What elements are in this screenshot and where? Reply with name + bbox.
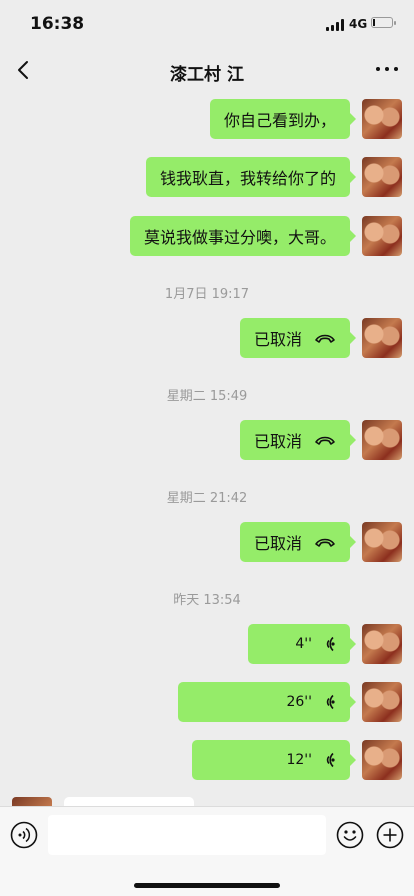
voice-wave-icon bbox=[326, 694, 335, 710]
phone-hangup-icon bbox=[315, 334, 335, 343]
timestamp: 昨天 13:54 bbox=[173, 593, 241, 608]
avatar[interactable] bbox=[362, 99, 402, 139]
voice-duration: 26'' bbox=[286, 694, 312, 710]
voice-bubble[interactable]: 26'' bbox=[178, 682, 356, 722]
phone-hangup-icon bbox=[315, 436, 335, 445]
phone-hangup-icon bbox=[315, 538, 335, 547]
avatar[interactable] bbox=[362, 216, 402, 256]
message-bubble[interactable]: 钱我耿直，我转给你了的 bbox=[145, 157, 357, 197]
input-bar bbox=[0, 806, 414, 896]
call-bubble[interactable]: 已取消 bbox=[239, 420, 357, 460]
avatar[interactable] bbox=[362, 157, 402, 197]
plus-icon[interactable] bbox=[376, 821, 404, 849]
avatar[interactable] bbox=[362, 420, 402, 460]
timestamp: 1月7日 19:17 bbox=[164, 287, 250, 302]
message-input[interactable] bbox=[48, 815, 326, 855]
voice-duration: 12'' bbox=[286, 752, 312, 768]
timestamp: 星期二 15:49 bbox=[166, 389, 248, 404]
voice-bubble[interactable]: 12'' bbox=[192, 740, 356, 780]
avatar[interactable] bbox=[362, 740, 402, 780]
timestamp: 星期二 21:42 bbox=[166, 491, 248, 506]
network-label: 4G bbox=[349, 17, 368, 31]
call-label: 已取消 bbox=[253, 534, 302, 553]
message-bubble[interactable]: 莫说我做事过分噢，大哥。 bbox=[129, 216, 357, 256]
chat-title: 漆工村 江 bbox=[170, 65, 244, 85]
call-bubble[interactable]: 已取消 bbox=[239, 522, 357, 562]
home-indicator bbox=[134, 883, 280, 888]
battery-icon bbox=[371, 17, 396, 28]
more-icon[interactable] bbox=[376, 67, 398, 73]
voice-input-icon[interactable] bbox=[10, 821, 38, 849]
status-bar: 16:38 4G bbox=[0, 0, 414, 50]
avatar[interactable] bbox=[362, 522, 402, 562]
call-label: 已取消 bbox=[253, 330, 302, 349]
voice-bubble[interactable]: 4'' bbox=[248, 624, 356, 664]
avatar[interactable] bbox=[362, 318, 402, 358]
nav-bar: 漆工村 江 bbox=[0, 50, 414, 92]
voice-duration: 4'' bbox=[295, 636, 312, 652]
status-time: 16:38 bbox=[30, 14, 85, 34]
voice-wave-icon bbox=[326, 636, 335, 652]
signal-icon bbox=[326, 19, 344, 31]
voice-wave-icon bbox=[326, 752, 335, 768]
emoji-icon[interactable] bbox=[336, 821, 364, 849]
message-bubble[interactable]: 你自己看到办， bbox=[209, 99, 357, 139]
chat-area[interactable]: 你自己看到办， 钱我耿直，我转给你了的 莫说我做事过分噢，大哥。 1月7日 19… bbox=[0, 92, 414, 804]
avatar[interactable] bbox=[362, 624, 402, 664]
avatar[interactable] bbox=[362, 682, 402, 722]
call-label: 已取消 bbox=[253, 432, 302, 451]
call-bubble[interactable]: 已取消 bbox=[239, 318, 357, 358]
